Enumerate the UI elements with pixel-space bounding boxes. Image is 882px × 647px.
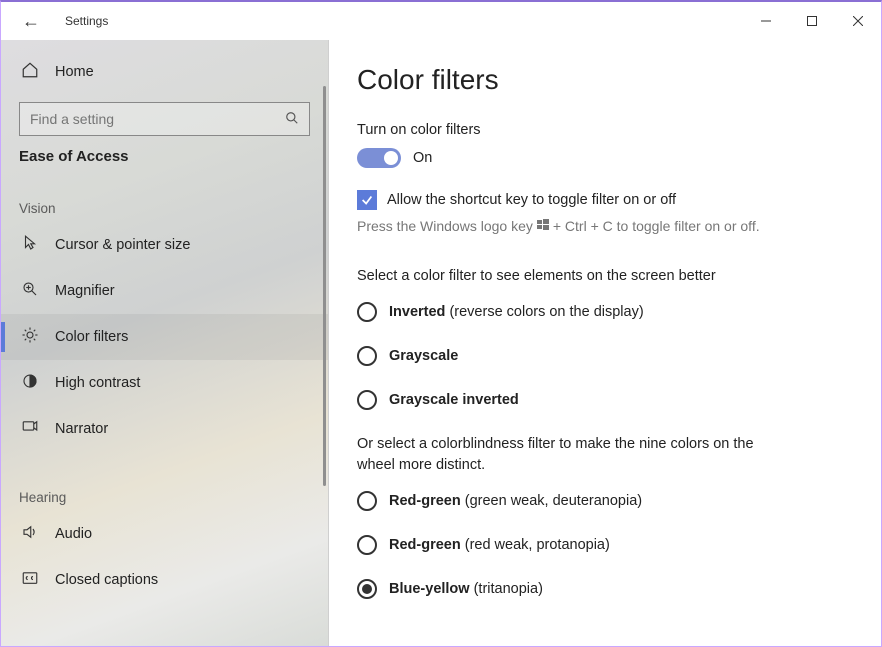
color-filters-icon — [19, 326, 41, 349]
cursor-icon — [19, 234, 41, 257]
group-header-vision: Vision — [1, 193, 328, 222]
colorblind-section-label: Or select a colorblindness filter to mak… — [357, 434, 777, 475]
sidebar-item-narrator[interactable]: Narrator — [1, 406, 328, 452]
magnifier-icon — [19, 280, 41, 303]
windows-logo-icon — [537, 218, 549, 234]
titlebar: ← Settings — [1, 2, 881, 40]
nav-label: Magnifier — [55, 283, 115, 299]
narrator-icon — [19, 418, 41, 441]
sidebar-item-color-filters[interactable]: Color filters — [1, 314, 328, 360]
filter-section-label: Select a color filter to see elements on… — [357, 266, 777, 286]
nav-label: Closed captions — [55, 572, 158, 588]
radio-label: Red-green (red weak, protanopia) — [389, 537, 610, 553]
nav-label: High contrast — [55, 375, 140, 391]
radio-icon — [357, 390, 377, 410]
sidebar-item-cursor[interactable]: Cursor & pointer size — [1, 222, 328, 268]
radio-icon — [357, 346, 377, 366]
sidebar-item-high-contrast[interactable]: High contrast — [1, 360, 328, 406]
radio-inverted[interactable]: Inverted (reverse colors on the display) — [357, 302, 853, 322]
close-button[interactable] — [835, 5, 881, 37]
radio-icon — [357, 535, 377, 555]
search-icon — [285, 111, 299, 128]
nav-label: Cursor & pointer size — [55, 237, 190, 253]
sidebar-item-magnifier[interactable]: Magnifier — [1, 268, 328, 314]
radio-label: Red-green (green weak, deuteranopia) — [389, 493, 642, 509]
shortcut-checkbox-label: Allow the shortcut key to toggle filter … — [387, 192, 676, 208]
sidebar: Home Ease of Access Vision — [1, 40, 329, 646]
current-section-label: Ease of Access — [1, 148, 328, 171]
color-filters-toggle[interactable] — [357, 148, 401, 168]
home-label: Home — [55, 64, 94, 80]
radio-tritanopia[interactable]: Blue-yellow (tritanopia) — [357, 579, 853, 599]
window-title: Settings — [65, 14, 108, 28]
sidebar-item-closed-captions[interactable]: Closed captions — [1, 557, 328, 603]
radio-icon — [357, 579, 377, 599]
radio-icon — [357, 491, 377, 511]
radio-label: Inverted (reverse colors on the display) — [389, 304, 644, 320]
radio-label: Grayscale — [389, 348, 458, 364]
audio-icon — [19, 523, 41, 546]
nav-label: Color filters — [55, 329, 128, 345]
radio-icon — [357, 302, 377, 322]
sidebar-scrollbar[interactable] — [323, 86, 326, 486]
back-button[interactable]: ← — [21, 11, 41, 32]
sidebar-item-audio[interactable]: Audio — [1, 511, 328, 557]
toggle-section-label: Turn on color filters — [357, 122, 853, 138]
maximize-button[interactable] — [789, 5, 835, 37]
nav-label: Narrator — [55, 421, 108, 437]
radio-grayscale-inverted[interactable]: Grayscale inverted — [357, 390, 853, 410]
radio-deuteranopia[interactable]: Red-green (green weak, deuteranopia) — [357, 491, 853, 511]
nav-label: Audio — [55, 526, 92, 542]
radio-protanopia[interactable]: Red-green (red weak, protanopia) — [357, 535, 853, 555]
radio-grayscale[interactable]: Grayscale — [357, 346, 853, 366]
page-title: Color filters — [357, 64, 853, 96]
home-icon — [19, 61, 41, 84]
minimize-button[interactable] — [743, 5, 789, 37]
high-contrast-icon — [19, 372, 41, 395]
search-input[interactable] — [30, 111, 285, 127]
toggle-state-label: On — [413, 150, 432, 166]
shortcut-checkbox[interactable] — [357, 190, 377, 210]
main-panel: Color filters Turn on color filters On A… — [329, 40, 881, 646]
sidebar-item-home[interactable]: Home — [1, 52, 328, 92]
radio-label: Blue-yellow (tritanopia) — [389, 581, 543, 597]
shortcut-help-text: Press the Windows logo key + Ctrl + C to… — [357, 218, 853, 234]
group-header-hearing: Hearing — [1, 482, 328, 511]
radio-label: Grayscale inverted — [389, 392, 519, 408]
search-input-wrap[interactable] — [19, 102, 310, 136]
closed-captions-icon — [19, 569, 41, 592]
